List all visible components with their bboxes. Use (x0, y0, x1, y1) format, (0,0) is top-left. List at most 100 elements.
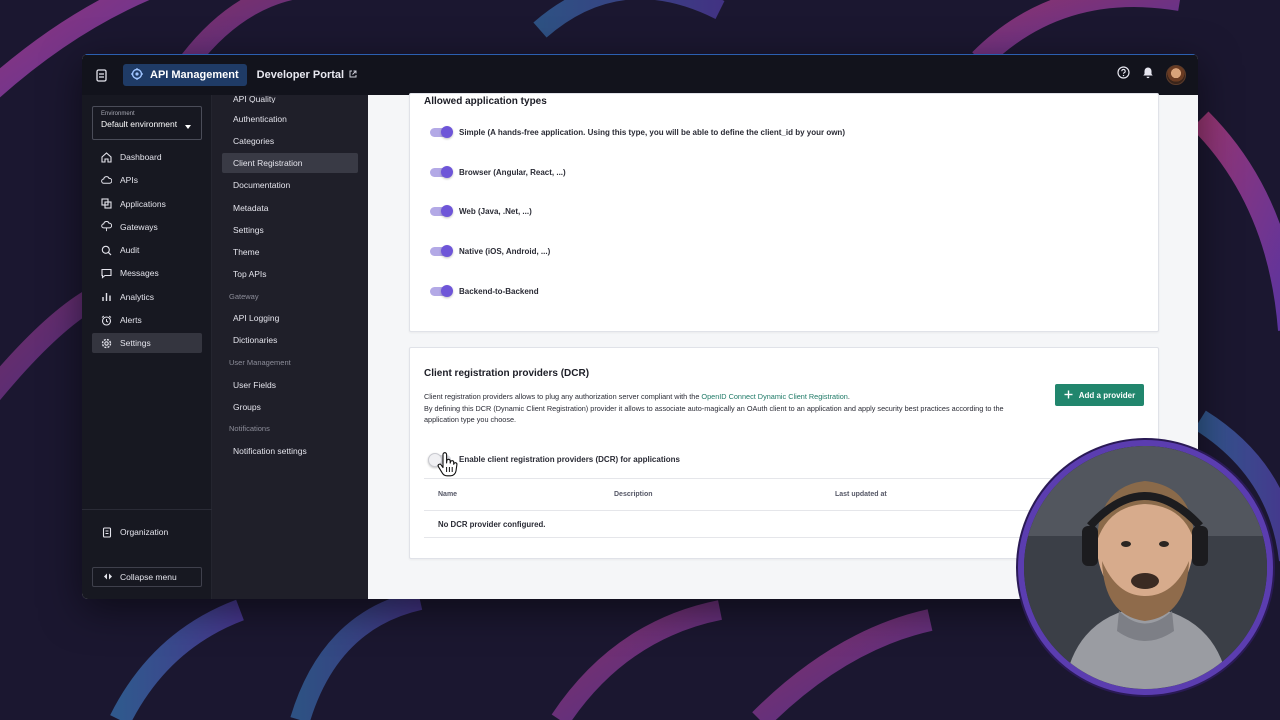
submenu-item-api-quality[interactable]: API Quality (222, 95, 358, 103)
app-type-row: Simple (A hands-free application. Using … (430, 126, 845, 138)
nav-item-alerts[interactable]: Alerts (92, 310, 202, 330)
add-provider-label: Add a provider (1078, 390, 1136, 400)
caret-down-icon (185, 125, 191, 129)
app-type-row: Native (iOS, Android, ...) (430, 245, 551, 258)
app-type-row: Browser (Angular, React, ...) (430, 165, 566, 178)
left-navigation: Environment Default environment Dashboar… (82, 95, 212, 599)
app-type-row: Backend-to-Backend (430, 284, 539, 297)
bell-icon[interactable] (1142, 66, 1154, 84)
submenu-item-authentication[interactable]: Authentication (222, 109, 358, 129)
submenu-item-theme[interactable]: Theme (222, 242, 358, 262)
nav-item-apis[interactable]: APIs (92, 170, 202, 190)
home-icon (101, 151, 112, 163)
collapse-menu-button[interactable]: Collapse menu (92, 567, 202, 587)
nav-item-label: Audit (120, 245, 140, 256)
enable-dcr-toggle[interactable] (428, 453, 451, 467)
submenu-group-gateway: Gateway (229, 291, 259, 301)
collapse-icon (103, 572, 113, 582)
column-header-last-updated[interactable]: Last updated at (835, 491, 887, 498)
app-type-label: Backend-to-Backend (459, 286, 539, 296)
column-header-description[interactable]: Description (614, 491, 653, 498)
nav-item-analytics[interactable]: Analytics (92, 287, 202, 307)
nav-item-dashboard[interactable]: Dashboard (92, 147, 202, 167)
submenu-item-documentation[interactable]: Documentation (222, 175, 358, 195)
organization-icon (101, 526, 112, 538)
external-link-icon (349, 69, 357, 81)
nav-item-label: APIs (120, 175, 138, 186)
nav-item-label: Gateways (120, 221, 158, 232)
alarm-icon (101, 315, 112, 326)
nav-item-label: Settings (120, 338, 151, 349)
gear-icon (101, 338, 112, 349)
nav-item-label: Dashboard (120, 152, 162, 162)
dcr-description-text: Client registration providers allows to … (424, 392, 702, 401)
enable-dcr-label: Enable client registration providers (DC… (459, 455, 680, 464)
cloud-icon (101, 175, 112, 186)
nav-item-organization[interactable]: Organization (92, 522, 202, 542)
dcr-title: Client registration providers (DCR) (424, 368, 590, 379)
nav-item-label: Applications (120, 198, 166, 209)
app-type-row: Web (Java, .Net, ...) (430, 205, 532, 218)
nav-item-label: Alerts (120, 315, 142, 326)
app-type-toggle[interactable] (430, 126, 453, 138)
openid-dcr-link[interactable]: OpenID Connect Dynamic Client Registrati… (701, 392, 847, 401)
user-avatar[interactable] (1166, 65, 1186, 85)
audit-icon (101, 245, 112, 256)
apps-switcher-icon[interactable] (82, 55, 120, 96)
divider (82, 509, 212, 510)
nav-item-settings[interactable]: Settings (92, 333, 202, 354)
settings-submenu-list: API Quality Authentication Categories Clien… (222, 95, 358, 463)
submenu-item-user-fields[interactable]: User Fields (222, 375, 358, 395)
app-type-label: Native (iOS, Android, ...) (459, 247, 551, 257)
enable-dcr-row: Enable client registration providers (DC… (428, 453, 680, 467)
plus-icon (1064, 390, 1073, 401)
submenu-item-top-apis[interactable]: Top APIs (222, 264, 358, 284)
app-type-toggle[interactable] (430, 165, 453, 178)
nav-item-label: Analytics (120, 291, 155, 302)
app-type-toggle[interactable] (430, 205, 453, 218)
top-bar: API Management Developer Portal (82, 54, 1198, 95)
help-icon[interactable] (1117, 66, 1130, 84)
nav-item-label: Messages (120, 268, 159, 279)
applications-icon (101, 198, 112, 209)
environment-value: Default environment (101, 119, 178, 129)
submenu-item-api-logging[interactable]: API Logging (222, 308, 358, 328)
app-type-label: Web (Java, .Net, ...) (459, 207, 532, 217)
app-type-toggle[interactable] (430, 245, 453, 258)
add-provider-button[interactable]: Add a provider (1055, 384, 1144, 406)
main-menu: Dashboard APIs Applications Gateways Audit Me… (92, 147, 202, 357)
submenu-item-categories[interactable]: Categories (222, 131, 358, 151)
nav-item-gateways[interactable]: Gateways (92, 217, 202, 237)
column-header-name[interactable]: Name (438, 491, 457, 498)
submenu-item-groups[interactable]: Groups (222, 397, 358, 417)
developer-portal-link[interactable]: Developer Portal (257, 69, 357, 81)
message-icon (101, 268, 112, 279)
app-type-label: Simple (A hands-free application. Using … (459, 128, 845, 137)
submenu-item-dictionaries[interactable]: Dictionaries (222, 330, 358, 350)
dcr-description: Client registration providers allows to … (424, 391, 1034, 426)
dcr-description-suffix: . (847, 392, 850, 401)
submenu-group-user-management: User Management (229, 358, 291, 368)
nav-item-applications[interactable]: Applications (92, 194, 202, 214)
submenu-group-notifications: Notifications (229, 424, 270, 434)
api-management-switcher[interactable]: API Management (123, 64, 247, 86)
submenu-item-metadata[interactable]: Metadata (222, 198, 358, 218)
presenter-image (1024, 446, 1267, 689)
environment-select[interactable]: Environment Default environment (92, 106, 202, 140)
nav-item-messages[interactable]: Messages (92, 263, 202, 283)
analytics-icon (101, 291, 112, 302)
submenu-item-client-registration[interactable]: Client Registration (222, 153, 358, 174)
webcam-overlay (1018, 440, 1273, 695)
submenu-item-settings[interactable]: Settings (222, 220, 358, 240)
allowed-application-types-title: Allowed application types (424, 96, 547, 107)
allowed-application-types-card: Allowed application types Simple (A hand… (409, 93, 1159, 332)
dcr-description-line2: By defining this DCR (Dynamic Client Reg… (424, 403, 1004, 425)
environment-label: Environment (101, 111, 135, 117)
app-type-label: Browser (Angular, React, ...) (459, 167, 566, 177)
api-management-label: API Management (150, 69, 239, 81)
gateway-icon (101, 221, 112, 232)
app-type-toggle[interactable] (430, 284, 453, 297)
nav-item-audit[interactable]: Audit (92, 240, 202, 260)
nav-item-label: Organization (120, 527, 169, 537)
submenu-item-notification-settings[interactable]: Notification settings (222, 441, 358, 461)
